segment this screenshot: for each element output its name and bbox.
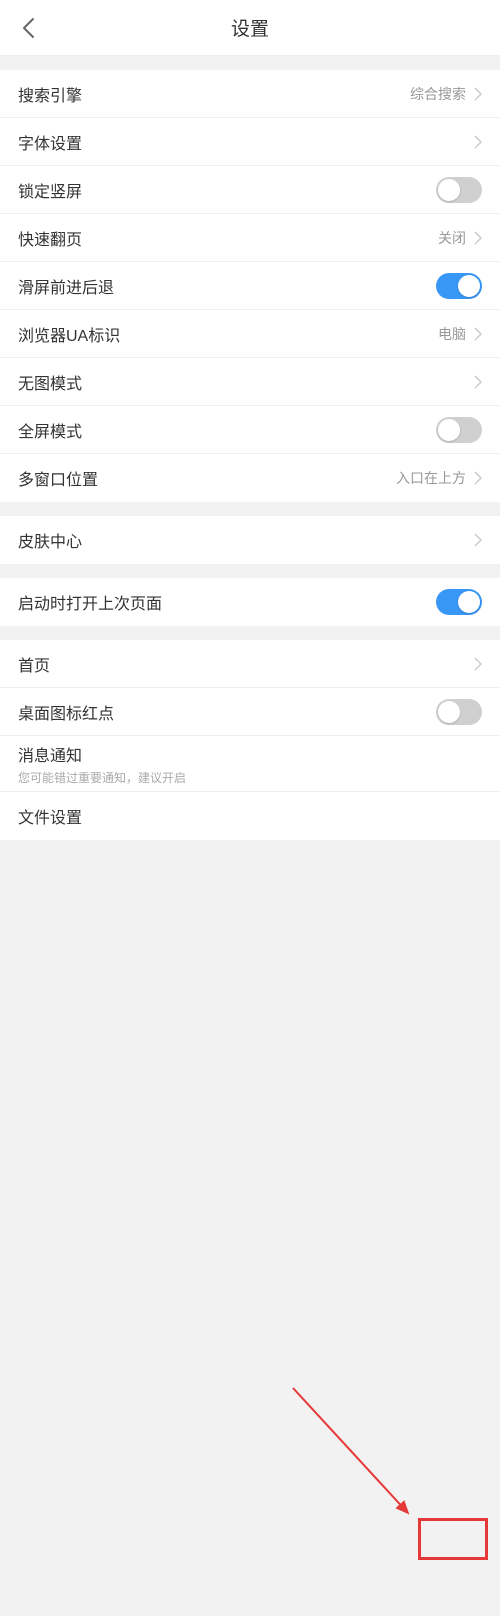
row-desktop-badge: 桌面图标红点 (0, 688, 500, 736)
row-sublabel: 您可能错过重要通知，建议开启 (18, 769, 482, 786)
toggle-lock-portrait[interactable] (436, 177, 482, 203)
annotation-arrow (0, 840, 500, 1616)
row-quick-page[interactable]: 快速翻页 关闭 (0, 214, 500, 262)
toggle-restore-pages[interactable] (436, 589, 482, 615)
row-label: 首页 (18, 652, 474, 676)
chevron-left-icon (21, 17, 35, 39)
row-label: 皮肤中心 (18, 528, 474, 552)
header: 设置 (0, 0, 500, 56)
row-restore-pages: 启动时打开上次页面 (0, 578, 500, 626)
row-label: 字体设置 (18, 130, 474, 154)
chevron-right-icon (474, 657, 482, 671)
row-home[interactable]: 首页 (0, 640, 500, 688)
row-font[interactable]: 字体设置 (0, 118, 500, 166)
row-value: 综合搜索 (410, 84, 466, 104)
row-label: 锁定竖屏 (18, 178, 436, 202)
annotation-highlight-box (418, 1518, 488, 1560)
row-label: 滑屏前进后退 (18, 274, 436, 298)
row-value: 入口在上方 (396, 468, 466, 488)
row-label: 消息通知 (18, 742, 482, 766)
page-title: 设置 (0, 14, 500, 41)
section-spacer (0, 56, 500, 70)
settings-group: 皮肤中心 (0, 516, 500, 564)
chevron-right-icon (474, 87, 482, 101)
row-value: 关闭 (438, 228, 466, 248)
settings-group: 搜索引擎 综合搜索 字体设置 锁定竖屏 快速翻页 关闭 滑屏前进后退 浏览器UA… (0, 70, 500, 502)
row-label: 浏览器UA标识 (18, 322, 438, 346)
chevron-right-icon (474, 471, 482, 485)
back-button[interactable] (16, 16, 40, 40)
section-spacer (0, 502, 500, 516)
row-no-image[interactable]: 无图模式 (0, 358, 500, 406)
row-label: 搜索引擎 (18, 82, 410, 106)
row-fullscreen: 全屏模式 (0, 406, 500, 454)
chevron-right-icon (474, 375, 482, 389)
toggle-swipe-nav[interactable] (436, 273, 482, 299)
chevron-right-icon (474, 327, 482, 341)
row-label: 快速翻页 (18, 226, 438, 250)
row-label: 全屏模式 (18, 418, 436, 442)
chevron-right-icon (474, 135, 482, 149)
toggle-fullscreen[interactable] (436, 417, 482, 443)
row-label: 桌面图标红点 (18, 700, 436, 724)
section-spacer (0, 626, 500, 640)
settings-group: 首页 桌面图标红点 消息通知 您可能错过重要通知，建议开启 文件设置 (0, 640, 500, 840)
row-skin[interactable]: 皮肤中心 (0, 516, 500, 564)
settings-group: 启动时打开上次页面 (0, 578, 500, 626)
row-label: 启动时打开上次页面 (18, 590, 436, 614)
row-file-settings[interactable]: 文件设置 (0, 792, 500, 840)
row-notifications[interactable]: 消息通知 您可能错过重要通知，建议开启 (0, 736, 500, 792)
toggle-desktop-badge[interactable] (436, 699, 482, 725)
chevron-right-icon (474, 231, 482, 245)
row-lock-portrait: 锁定竖屏 (0, 166, 500, 214)
row-value: 电脑 (438, 324, 466, 344)
row-ua[interactable]: 浏览器UA标识 电脑 (0, 310, 500, 358)
row-multiwindow[interactable]: 多窗口位置 入口在上方 (0, 454, 500, 502)
row-swipe-nav: 滑屏前进后退 (0, 262, 500, 310)
row-search-engine[interactable]: 搜索引擎 综合搜索 (0, 70, 500, 118)
section-spacer (0, 564, 500, 578)
chevron-right-icon (474, 533, 482, 547)
row-label: 无图模式 (18, 370, 474, 394)
row-label: 多窗口位置 (18, 466, 396, 490)
